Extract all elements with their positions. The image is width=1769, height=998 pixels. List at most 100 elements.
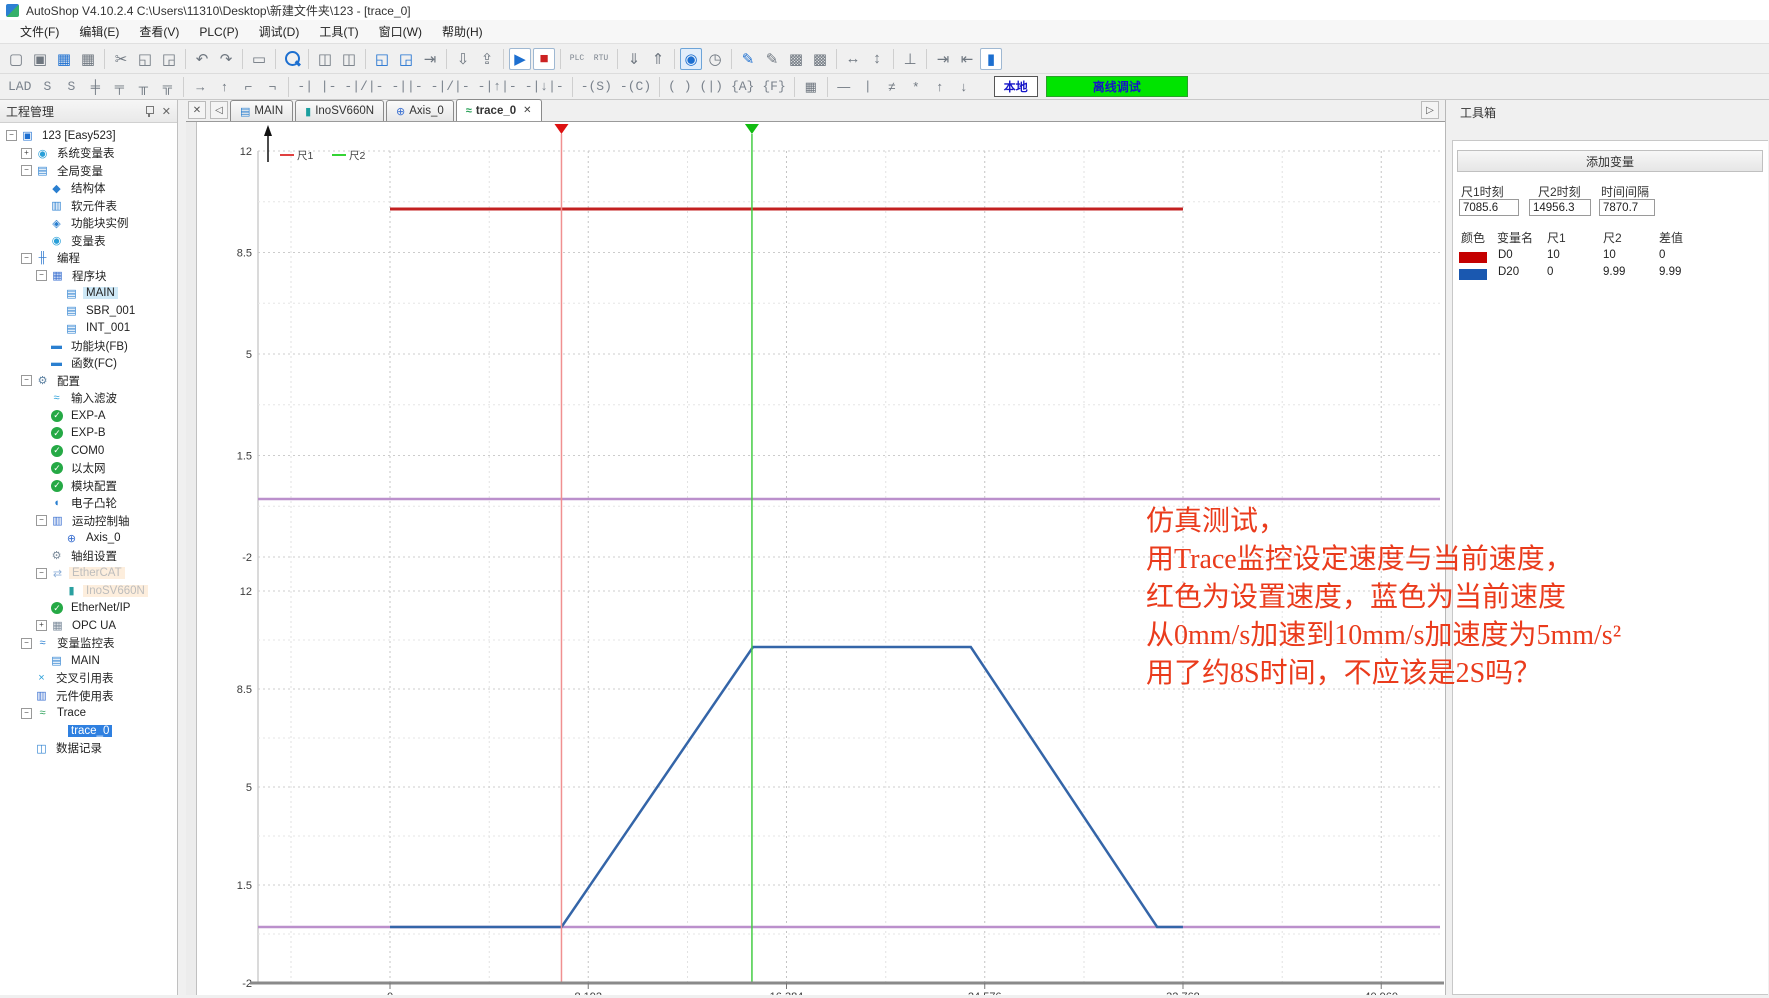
tree-item-sbr-001[interactable]: ▤SBR_001 — [0, 302, 177, 320]
time-interval-field[interactable] — [1599, 199, 1655, 216]
right-splitter[interactable] — [1445, 100, 1452, 995]
export-window-icon[interactable]: ◲ — [395, 48, 417, 70]
tree-item-var-table[interactable]: ◉变量表 — [0, 232, 177, 250]
tree-item-device-table[interactable]: ▥软元件表 — [0, 197, 177, 215]
h-spacing-icon[interactable]: ↔ — [842, 48, 864, 70]
panel-view-icon[interactable]: ▮ — [980, 48, 1002, 70]
coil-out-icon[interactable]: ( ) — [665, 77, 694, 96]
copy-window-icon[interactable]: ◱ — [371, 48, 393, 70]
find-replace-icon[interactable]: ▩ — [785, 48, 807, 70]
offline-debug-button[interactable]: 离线调试 — [1046, 76, 1188, 97]
contact-no-icon[interactable]: -| |- — [294, 77, 339, 96]
move-up-icon[interactable]: ↑ — [929, 77, 951, 96]
contact-rising-icon[interactable]: -|↑|- — [475, 77, 520, 96]
h-line-icon[interactable]: — — [833, 77, 855, 96]
tree-item-module-config[interactable]: ✓模块配置 — [0, 477, 177, 495]
delete-row-icon[interactable]: ╥ — [132, 77, 154, 96]
menu-view[interactable]: 查看(V) — [129, 20, 189, 43]
save-icon[interactable]: ▦ — [53, 48, 75, 70]
undo-icon[interactable]: ↶ — [191, 48, 213, 70]
tree-item-function-blocks[interactable]: ▬功能块(FB) — [0, 337, 177, 355]
tree-item-device-usage-table[interactable]: ▥元件使用表 — [0, 687, 177, 705]
tree-item-ethernet[interactable]: ✓以太网 — [0, 460, 177, 478]
line-up-icon[interactable]: ↑ — [213, 77, 235, 96]
sfc-view-icon[interactable]: S — [60, 77, 82, 96]
tree-expander-icon[interactable]: − — [36, 515, 47, 526]
connector-icon[interactable]: ⊥ — [899, 48, 921, 70]
tree-expander-icon[interactable]: − — [21, 638, 32, 649]
coil-not-icon[interactable]: (|) — [697, 77, 726, 96]
ruler1-time-field[interactable] — [1459, 199, 1519, 216]
step-into-icon[interactable]: ⇥ — [932, 48, 954, 70]
trace-chart[interactable]: 128.551.5-2128.551.5-208,19216,38424,576… — [186, 122, 1445, 995]
function-instruction-icon[interactable]: {F} — [759, 77, 788, 96]
tree-item-programming[interactable]: −╫编程 — [0, 250, 177, 268]
open-project-icon[interactable]: ▣ — [29, 48, 51, 70]
delete-line-icon[interactable]: ≠ — [881, 77, 903, 96]
insert-row-icon[interactable]: ╤ — [108, 77, 130, 96]
tree-expander-icon[interactable]: − — [21, 708, 32, 719]
tree-expander-icon[interactable]: + — [36, 620, 47, 631]
print-preview-icon[interactable]: ◫ — [338, 48, 360, 70]
variable-row-d20[interactable]: D2009.999.99 — [1453, 266, 1769, 283]
tree-item-functions[interactable]: ▬函数(FC) — [0, 355, 177, 373]
tab-inosv660n[interactable]: ▮InoSV660N — [295, 100, 384, 121]
menu-window[interactable]: 窗口(W) — [369, 20, 432, 43]
tile-windows-icon[interactable]: ⇥ — [419, 48, 441, 70]
contact-nc-icon[interactable]: -|/|- — [341, 77, 386, 96]
v-spacing-icon[interactable]: ↕ — [866, 48, 888, 70]
line-corner-icon[interactable]: ⌐ — [237, 77, 259, 96]
tab-main[interactable]: ▤MAIN — [230, 100, 293, 121]
move-down-icon[interactable]: ↓ — [953, 77, 975, 96]
tree-expander-icon[interactable]: − — [21, 165, 32, 176]
new-file-icon[interactable]: ▢ — [5, 48, 27, 70]
tree-item-opc-ua[interactable]: +▦OPC UA — [0, 617, 177, 635]
tree-item-program-blocks[interactable]: −▦程序块 — [0, 267, 177, 285]
tree-expander-icon[interactable]: − — [21, 253, 32, 264]
tree-item-cross-reference-table[interactable]: ×交叉引用表 — [0, 670, 177, 688]
tab-axis-0[interactable]: ⊕Axis_0 — [386, 100, 454, 121]
tree-item-project-root[interactable]: −▣123 [Easy523] — [0, 127, 177, 145]
run-icon[interactable]: ▶ — [509, 48, 531, 70]
line-branch-icon[interactable]: ¬ — [261, 77, 283, 96]
menu-edit[interactable]: 编辑(E) — [69, 20, 129, 43]
left-splitter[interactable] — [178, 100, 186, 995]
tree-item-fb-instances[interactable]: ◈功能块实例 — [0, 215, 177, 233]
plc-mode-icon[interactable]: PLC — [566, 48, 588, 70]
tree-item-config[interactable]: −⚙配置 — [0, 372, 177, 390]
ruler2-time-field[interactable] — [1529, 199, 1591, 216]
stl-view-icon[interactable]: S — [36, 77, 58, 96]
menu-debug[interactable]: 调试(D) — [249, 20, 310, 43]
tree-item-data-log[interactable]: ◫数据记录 — [0, 740, 177, 758]
application-instruction-icon[interactable]: {A} — [728, 77, 757, 96]
tree-item-exp-b[interactable]: ✓EXP-B — [0, 425, 177, 443]
tree-item-trace-0[interactable]: ≈trace_0 — [0, 722, 177, 740]
tree-item-ethercat[interactable]: −⇄EtherCAT — [0, 565, 177, 583]
save-all-icon[interactable]: ▦ — [77, 48, 99, 70]
tree-item-trace[interactable]: −≈Trace — [0, 705, 177, 723]
tree-expander-icon[interactable]: + — [21, 148, 32, 159]
tree-item-system-var-table[interactable]: +◉系统变量表 — [0, 145, 177, 163]
options-icon[interactable]: ▩ — [809, 48, 831, 70]
tree-item-struct[interactable]: ◆结构体 — [0, 180, 177, 198]
time-monitor-icon[interactable]: ◷ — [704, 48, 726, 70]
add-variable-button[interactable]: 添加变量 — [1457, 150, 1763, 172]
scroll-tabs-right-icon[interactable]: ▷ — [1421, 101, 1439, 119]
tree-item-main-program[interactable]: ▤MAIN — [0, 285, 177, 303]
paste-icon[interactable]: ◲ — [158, 48, 180, 70]
delete-v-line-icon[interactable]: * — [905, 77, 927, 96]
tree-item-inosv660n[interactable]: ▮InoSV660N — [0, 582, 177, 600]
rtu-mode-icon[interactable]: RTU — [590, 48, 612, 70]
lad-view-icon[interactable]: LAD — [5, 77, 34, 96]
coil-set-icon[interactable]: -(S) — [578, 77, 615, 96]
write-icon[interactable]: ✎ — [737, 48, 759, 70]
coil-reset-icon[interactable]: -(C) — [617, 77, 654, 96]
line-right-icon[interactable]: → — [189, 77, 211, 96]
print-icon[interactable]: ◫ — [314, 48, 336, 70]
stop-icon[interactable]: ■ — [533, 48, 555, 70]
find-icon[interactable] — [281, 48, 303, 70]
step-out-icon[interactable]: ⇤ — [956, 48, 978, 70]
tree-item-input-filter[interactable]: ≈输入滤波 — [0, 390, 177, 408]
download-icon[interactable]: ⇓ — [623, 48, 645, 70]
import-icon[interactable]: ⇩ — [452, 48, 474, 70]
